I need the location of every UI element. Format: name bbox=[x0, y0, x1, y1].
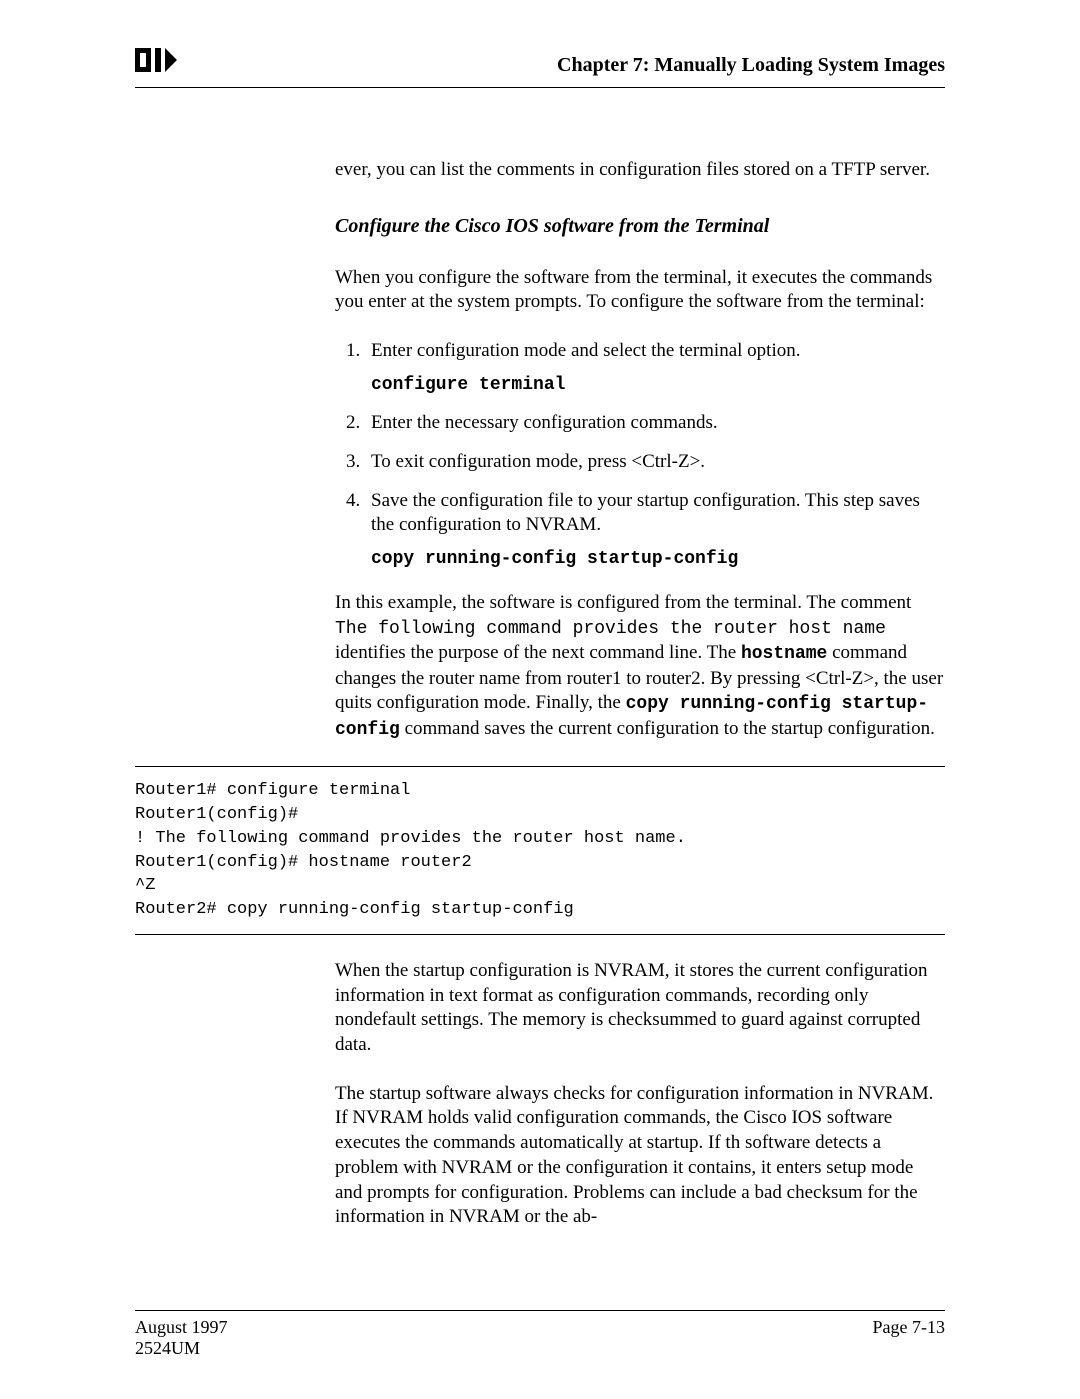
nvram-paragraph-2: The startup software always checks for c… bbox=[335, 1082, 945, 1230]
logo-icon bbox=[135, 48, 177, 72]
step-4-command: copy running-config startup-config bbox=[371, 548, 945, 571]
steps-list: Enter configuration mode and select the … bbox=[335, 339, 945, 571]
example-text-d: command saves the current configuration … bbox=[400, 718, 935, 739]
step-4: Save the configuration file to your star… bbox=[365, 489, 945, 572]
step-1: Enter configuration mode and select the … bbox=[365, 339, 945, 397]
step-3-text: To exit configuration mode, press <Ctrl-… bbox=[371, 451, 705, 472]
body-column: ever, you can list the comments in confi… bbox=[335, 158, 945, 742]
example-paragraph: In this example, the software is configu… bbox=[335, 591, 945, 742]
footer-date: August 1997 bbox=[135, 1317, 228, 1338]
example-hostname: hostname bbox=[741, 644, 827, 664]
publisher-logo bbox=[135, 48, 177, 77]
section-subheading: Configure the Cisco IOS software from th… bbox=[335, 215, 945, 238]
footer-doc: 2524UM bbox=[135, 1338, 228, 1359]
step-1-command: configure terminal bbox=[371, 374, 945, 397]
example-text-b: identifies the purpose of the next comma… bbox=[335, 642, 741, 663]
code-section: Router1# configure terminal Router1(conf… bbox=[135, 766, 945, 935]
chapter-title: Chapter 7: Manually Loading System Image… bbox=[557, 54, 945, 77]
body-column-lower: When the startup configuration is NVRAM,… bbox=[335, 959, 945, 1230]
page-footer: August 1997 2524UM Page 7-13 bbox=[135, 1311, 945, 1359]
nvram-paragraph-1: When the startup configuration is NVRAM,… bbox=[335, 959, 945, 1058]
footer-page: Page 7-13 bbox=[873, 1317, 945, 1359]
code-block: Router1# configure terminal Router1(conf… bbox=[135, 779, 945, 922]
page: Chapter 7: Manually Loading System Image… bbox=[0, 0, 1080, 1399]
example-text-a: In this example, the software is configu… bbox=[335, 592, 911, 613]
page-header: Chapter 7: Manually Loading System Image… bbox=[135, 48, 945, 88]
footer-left: August 1997 2524UM bbox=[135, 1317, 228, 1359]
step-3: To exit configuration mode, press <Ctrl-… bbox=[365, 450, 945, 475]
intro-paragraph: ever, you can list the comments in confi… bbox=[335, 158, 945, 183]
example-mono: The following command provides the route… bbox=[335, 619, 886, 639]
step-1-text: Enter configuration mode and select the … bbox=[371, 340, 800, 361]
terminal-paragraph: When you configure the software from the… bbox=[335, 266, 945, 315]
step-4-text: Save the configuration file to your star… bbox=[371, 490, 920, 536]
step-2-text: Enter the necessary configuration comman… bbox=[371, 412, 718, 433]
step-2: Enter the necessary configuration comman… bbox=[365, 411, 945, 436]
